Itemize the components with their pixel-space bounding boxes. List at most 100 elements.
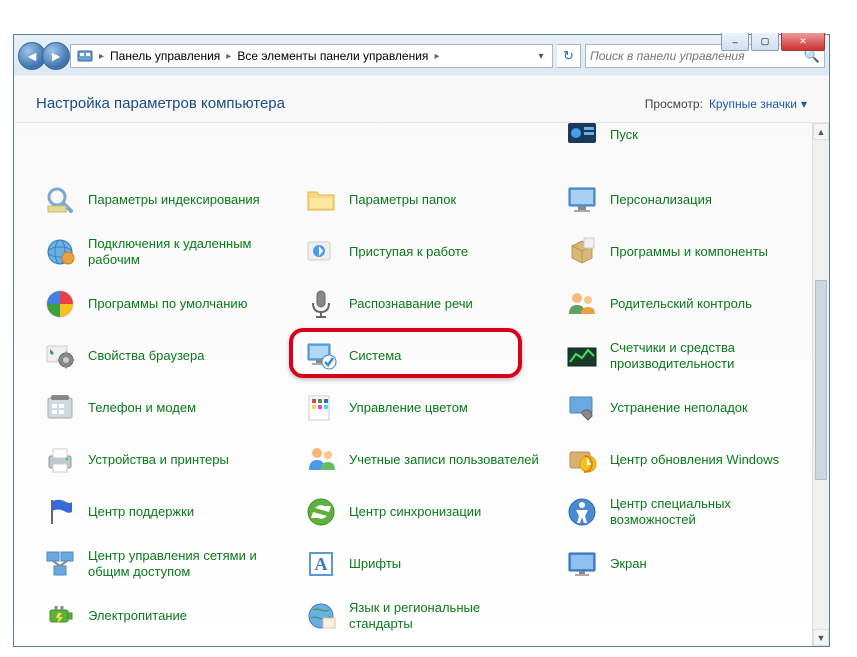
cp-item-programs[interactable]: Программы и компоненты	[558, 227, 811, 277]
close-button[interactable]: ✕	[781, 33, 825, 51]
cp-item-color-mgmt[interactable]: Управление цветом	[297, 383, 550, 433]
control-panel-icon	[77, 48, 93, 64]
cp-item-label: Центр поддержки	[88, 504, 194, 520]
cp-item-remote-desktop[interactable]: Подключения к удаленным рабочим	[36, 227, 289, 277]
cp-item-partial-1[interactable]	[36, 123, 289, 147]
cp-item-sync-center[interactable]: Центр синхронизации	[297, 487, 550, 537]
cp-item-label: Распознавание речи	[349, 296, 473, 312]
forward-icon: ►	[49, 48, 63, 64]
font-icon: A	[303, 546, 339, 582]
up-icon: ▲	[817, 127, 826, 137]
cp-item-fonts[interactable]: A Шрифты	[297, 539, 550, 589]
cp-item-internet-options[interactable]: Свойства браузера	[36, 331, 289, 381]
nav-buttons: ◄ ►	[18, 42, 66, 70]
power-icon	[42, 598, 78, 634]
minimize-button[interactable]: –	[721, 33, 749, 51]
cp-item-label: Подключения к удаленным рабочим	[88, 236, 283, 267]
control-panel-window: – ▢ ✕ ◄ ► ▸ Панель управления ▸ Все элем…	[13, 34, 830, 647]
cp-item-ease-access[interactable]: Центр специальных возможностей	[558, 487, 811, 537]
refresh-icon: ↻	[563, 48, 574, 64]
cp-item-parental[interactable]: Родительский контроль	[558, 279, 811, 329]
content-area: Пуск Параметры индексирования Параметры па…	[14, 122, 829, 646]
cp-item-performance[interactable]: Счетчики и средства производительности	[558, 331, 811, 381]
cp-item-label: Центр обновления Windows	[610, 452, 779, 468]
cp-item-troubleshoot[interactable]: Устранение неполадок	[558, 383, 811, 433]
cp-item-system[interactable]: Система	[297, 331, 550, 381]
scroll-down-button[interactable]: ▼	[813, 629, 829, 646]
breadcrumb-sep: ▸	[432, 51, 441, 62]
cp-item-action-center[interactable]: Центр поддержки	[36, 487, 289, 537]
cp-item-label: Счетчики и средства производительности	[610, 340, 805, 371]
cp-item-label: Приступая к работе	[349, 244, 468, 260]
cp-item-phone-modem[interactable]: Телефон и модем	[36, 383, 289, 433]
toolbar: ◄ ► ▸ Панель управления ▸ Все элементы п…	[14, 39, 829, 73]
cp-item-partial-2[interactable]	[297, 123, 550, 147]
cp-item-getting-started[interactable]: Приступая к работе	[297, 227, 550, 277]
monitor-icon	[564, 182, 600, 218]
scroll-track[interactable]	[813, 140, 829, 629]
page-title: Настройка параметров компьютера	[36, 95, 285, 112]
cp-item-region[interactable]: Язык и региональные стандарты	[297, 591, 550, 641]
window-controls: – ▢ ✕	[721, 33, 825, 51]
folder-icon	[303, 182, 339, 218]
cp-item-user-accounts[interactable]: Учетные записи пользователей	[297, 435, 550, 485]
wrench-icon	[564, 390, 600, 426]
sync-icon	[303, 494, 339, 530]
cp-item-label: Система	[349, 348, 401, 364]
search-icon	[42, 182, 78, 218]
maximize-button[interactable]: ▢	[751, 33, 779, 51]
cp-item-label: Экран	[610, 556, 647, 572]
cp-item-label: Программы и компоненты	[610, 244, 768, 260]
cp-item-label: Параметры индексирования	[88, 192, 260, 208]
update-icon	[564, 442, 600, 478]
flag2-icon	[42, 494, 78, 530]
cp-item-label: Электропитание	[88, 608, 187, 624]
minimize-icon: –	[732, 37, 737, 47]
items-grid: Пуск Параметры индексирования Параметры па…	[36, 123, 811, 646]
cp-item-display[interactable]: Экран	[558, 539, 811, 589]
cp-item-label: Персонализация	[610, 192, 712, 208]
address-dropdown[interactable]: ▾	[532, 51, 550, 62]
cp-item-devices-printers[interactable]: Устройства и принтеры	[36, 435, 289, 485]
cp-item-power[interactable]: Электропитание	[36, 591, 289, 641]
colors-icon	[303, 390, 339, 426]
cp-item-network[interactable]: Центр управления сетями и общим доступом	[36, 539, 289, 589]
cp-item-folder-options[interactable]: Параметры папок	[297, 175, 550, 225]
view-mode-dropdown[interactable]: Крупные значки ▾	[709, 97, 807, 111]
display-icon	[564, 546, 600, 582]
forward-button[interactable]: ►	[42, 42, 70, 70]
breadcrumb-item-all[interactable]: Все элементы панели управления	[233, 49, 432, 63]
close-icon: ✕	[799, 36, 807, 47]
scroll-up-button[interactable]: ▲	[813, 123, 829, 140]
cp-item-indexing-options[interactable]: Параметры индексирования	[36, 175, 289, 225]
cp-item-label: Свойства браузера	[88, 348, 204, 364]
phone-icon	[42, 390, 78, 426]
address-bar[interactable]: ▸ Панель управления ▸ Все элементы панел…	[70, 44, 553, 68]
svg-text:A: A	[315, 554, 328, 574]
down-icon: ▼	[817, 633, 826, 643]
cp-item-personalization[interactable]: Персонализация	[558, 175, 811, 225]
back-icon: ◄	[25, 48, 39, 64]
search-input[interactable]	[590, 49, 804, 63]
cp-item-label: Устранение неполадок	[610, 400, 748, 416]
cp-item-label: Шрифты	[349, 556, 401, 572]
cp-item-default-programs[interactable]: Программы по умолчанию	[36, 279, 289, 329]
ease-icon	[564, 494, 600, 530]
system-icon	[303, 338, 339, 374]
cp-item-label: Телефон и модем	[88, 400, 196, 416]
cp-item-speech[interactable]: Распознавание речи	[297, 279, 550, 329]
cp-item-windows-update[interactable]: Центр обновления Windows	[558, 435, 811, 485]
cp-item-label: Центр синхронизации	[349, 504, 481, 520]
scroll-thumb[interactable]	[815, 280, 827, 480]
users-icon	[303, 442, 339, 478]
people-icon	[564, 286, 600, 322]
refresh-button[interactable]: ↻	[557, 44, 581, 68]
view-selector: Просмотр: Крупные значки ▾	[645, 97, 807, 111]
breadcrumb-item-root[interactable]: Панель управления	[106, 49, 224, 63]
cp-item-label: Родительский контроль	[610, 296, 752, 312]
net-icon	[42, 546, 78, 582]
vertical-scrollbar[interactable]: ▲ ▼	[812, 123, 829, 646]
cp-item-start-menu[interactable]: Пуск	[558, 123, 811, 147]
globe2-icon	[303, 598, 339, 634]
cp-item-label: Учетные записи пользователей	[349, 452, 539, 468]
